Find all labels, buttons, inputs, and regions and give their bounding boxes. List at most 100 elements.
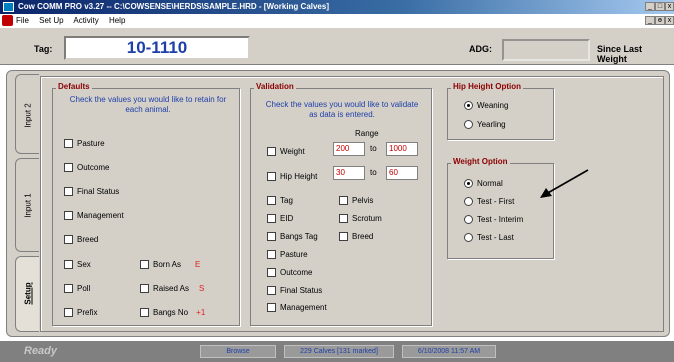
validate-scrotum[interactable]: Scrotum <box>339 214 382 223</box>
checkbox[interactable] <box>140 260 149 269</box>
default-final-status[interactable]: Final Status <box>64 187 119 196</box>
menu-bar: File Set Up Activity Help <box>0 14 674 27</box>
default-bangs-no[interactable]: Bangs No +1 <box>140 308 205 317</box>
validate-management[interactable]: Management <box>267 303 327 312</box>
hip-radio-weaning[interactable]: Weaning <box>464 101 508 110</box>
tab-input-2[interactable]: Input 2 <box>15 74 39 154</box>
defaults-title: Defaults <box>56 82 92 91</box>
checkbox[interactable] <box>339 214 348 223</box>
weight-radio-test-first[interactable]: Test - First <box>464 197 514 206</box>
checkbox[interactable] <box>267 147 276 156</box>
since-last-weight-label: Since Last Weight <box>597 44 643 64</box>
hip-height-option-group <box>447 88 554 140</box>
checkbox[interactable] <box>140 308 149 317</box>
weight-radio-test-last[interactable]: Test - Last <box>464 233 514 242</box>
checkbox[interactable] <box>64 139 73 148</box>
checkbox[interactable] <box>140 284 149 293</box>
checkbox[interactable] <box>64 260 73 269</box>
child-minimize-button[interactable]: _ <box>645 16 655 25</box>
menu-help[interactable]: Help <box>109 16 125 25</box>
hip-max-input[interactable]: 60 <box>386 166 418 180</box>
count-status: 229 Calves [131 marked] <box>284 345 394 358</box>
checkbox[interactable] <box>339 232 348 241</box>
checkbox[interactable] <box>64 163 73 172</box>
checkbox[interactable] <box>64 211 73 220</box>
validate-pelvis[interactable]: Pelvis <box>339 196 373 205</box>
checkbox[interactable] <box>267 214 276 223</box>
validate-weight[interactable]: Weight <box>267 147 305 156</box>
validation-hint: Check the values you would like to valid… <box>265 100 419 119</box>
validate-eid[interactable]: EID <box>267 214 293 223</box>
checkbox[interactable] <box>267 286 276 295</box>
adg-label: ADG: <box>469 44 492 54</box>
default-sex[interactable]: Sex <box>64 260 91 269</box>
title-bar: Cow COMM PRO v3.27 -- C:\COWSENSE\HERDS\… <box>0 0 674 14</box>
checkbox[interactable] <box>267 172 276 181</box>
weight-option-title: Weight Option <box>451 157 510 166</box>
born-as-code: E <box>195 260 201 269</box>
tab-input-1[interactable]: Input 1 <box>15 158 39 252</box>
document-icon[interactable] <box>2 15 13 26</box>
checkbox[interactable] <box>267 268 276 277</box>
checkbox[interactable] <box>267 196 276 205</box>
bangs-no-code: +1 <box>196 308 206 317</box>
tag-header: Tag: 10-1110 ADG: Since Last Weight <box>0 27 674 65</box>
validate-outcome[interactable]: Outcome <box>267 268 312 277</box>
validation-title: Validation <box>254 82 296 91</box>
default-breed[interactable]: Breed <box>64 235 98 244</box>
window-title: Cow COMM PRO v3.27 -- C:\COWSENSE\HERDS\… <box>18 2 329 11</box>
app-icon <box>3 2 14 12</box>
validate-breed[interactable]: Breed <box>339 232 373 241</box>
weight-radio-normal[interactable]: Normal <box>464 179 503 188</box>
default-pasture[interactable]: Pasture <box>64 139 105 148</box>
default-raised-as[interactable]: Raised As S <box>140 284 204 293</box>
datetime-status: 6/10/2008 11:57 AM <box>402 345 496 358</box>
close-button[interactable]: x <box>665 2 674 11</box>
hip-radio-yearling[interactable]: Yearling <box>464 120 506 129</box>
status-bar: Ready Browse 229 Calves [131 marked] 6/1… <box>0 341 674 362</box>
default-prefix[interactable]: Prefix <box>64 308 97 317</box>
radio-button[interactable] <box>464 197 473 206</box>
default-management[interactable]: Management <box>64 211 124 220</box>
menu-file[interactable]: File <box>16 16 29 25</box>
radio-button[interactable] <box>464 215 473 224</box>
weight-max-input[interactable]: 1000 <box>386 142 418 156</box>
default-outcome[interactable]: Outcome <box>64 163 109 172</box>
checkbox[interactable] <box>267 250 276 259</box>
mode-status: Browse <box>200 345 276 358</box>
checkbox[interactable] <box>64 187 73 196</box>
validate-pasture[interactable]: Pasture <box>267 250 308 259</box>
child-close-button[interactable]: x <box>665 16 674 25</box>
adg-field <box>502 39 590 61</box>
checkbox[interactable] <box>64 284 73 293</box>
radio-button[interactable] <box>464 233 473 242</box>
radio-button[interactable] <box>464 101 473 110</box>
hip-height-option-title: Hip Height Option <box>451 82 523 91</box>
validate-tag[interactable]: Tag <box>267 196 293 205</box>
checkbox[interactable] <box>64 308 73 317</box>
weight-radio-test-interim[interactable]: Test - Interim <box>464 215 523 224</box>
checkbox[interactable] <box>64 235 73 244</box>
ready-status: Ready <box>24 345 58 357</box>
hip-min-input[interactable]: 30 <box>333 166 365 180</box>
radio-button[interactable] <box>464 120 473 129</box>
default-born-as[interactable]: Born As E <box>140 260 200 269</box>
child-restore-button[interactable]: ɵ <box>655 16 665 25</box>
validate-hip-height[interactable]: Hip Height <box>267 172 317 181</box>
maximize-button[interactable]: □ <box>655 2 665 11</box>
validate-bangs-tag[interactable]: Bangs Tag <box>267 232 318 241</box>
menu-activity[interactable]: Activity <box>73 16 98 25</box>
radio-button[interactable] <box>464 179 473 188</box>
validate-final-status[interactable]: Final Status <box>267 286 322 295</box>
minimize-button[interactable]: _ <box>645 2 655 11</box>
range-label: Range <box>355 129 379 138</box>
menu-setup[interactable]: Set Up <box>39 16 63 25</box>
defaults-hint: Check the values you would like to retai… <box>69 95 227 114</box>
checkbox[interactable] <box>339 196 348 205</box>
default-poll[interactable]: Poll <box>64 284 90 293</box>
weight-min-input[interactable]: 200 <box>333 142 365 156</box>
checkbox[interactable] <box>267 303 276 312</box>
checkbox[interactable] <box>267 232 276 241</box>
tag-field[interactable]: 10-1110 <box>64 36 250 60</box>
tab-setup[interactable]: Setup <box>15 256 39 332</box>
